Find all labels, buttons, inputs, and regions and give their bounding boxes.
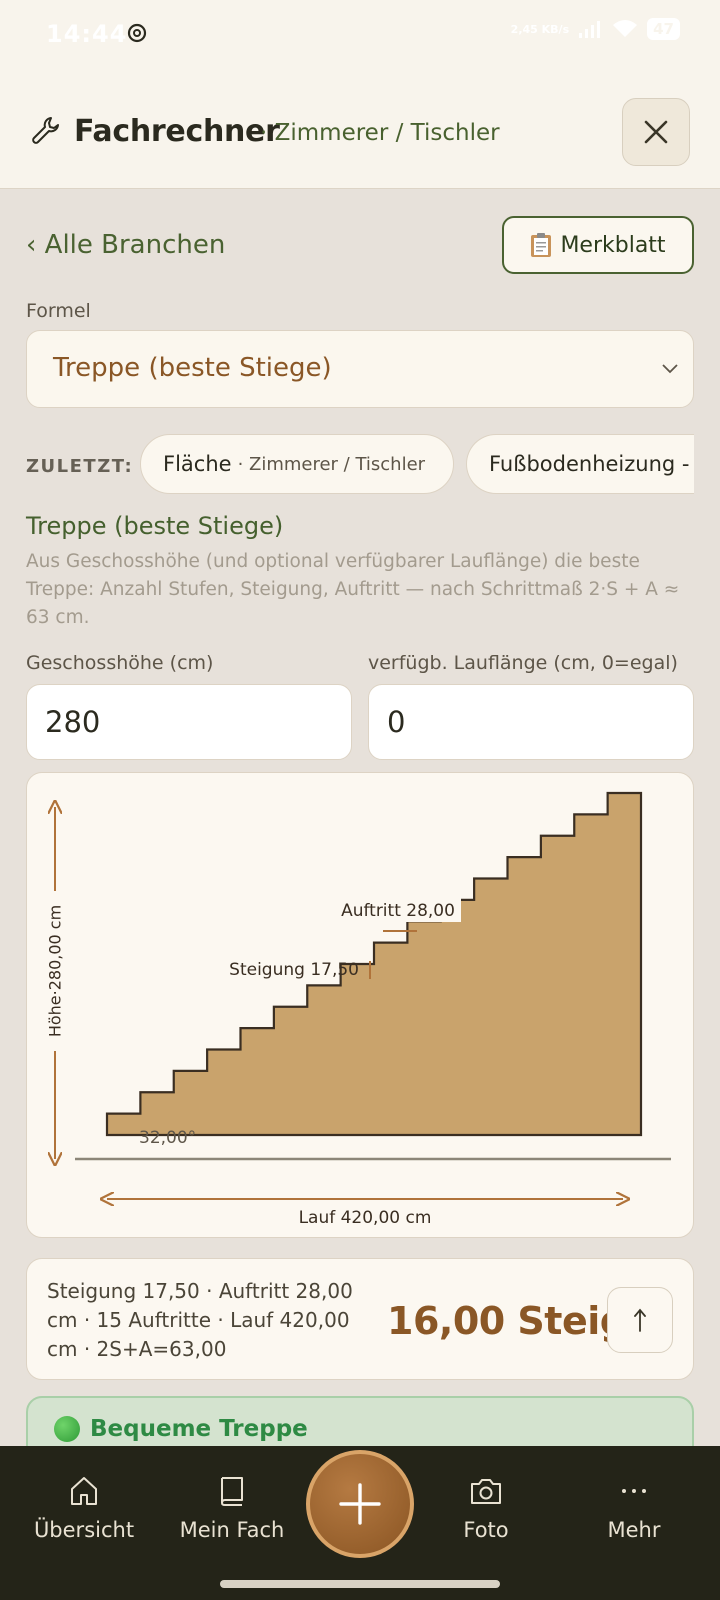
page-title: Fachrechner — [74, 114, 280, 149]
result-summary: Steigung 17,50 · Auftritt 28,00 cm · 15 … — [47, 1279, 353, 1361]
book-icon — [221, 1477, 243, 1506]
camera-icon — [471, 1479, 501, 1504]
close-button[interactable] — [622, 98, 690, 166]
tread-label: Auftritt 28,00 — [341, 901, 455, 921]
back-to-branches-link[interactable]: ‹ Alle Branchen — [26, 230, 225, 260]
riser-label: Steigung 17,50 — [229, 960, 359, 980]
formula-select-value: Treppe (beste Stiege) — [53, 353, 332, 383]
chevron-down-icon — [662, 364, 678, 374]
height-label-group: Höhe·280,00 cm — [43, 891, 67, 1051]
clipboard-icon — [531, 233, 552, 257]
nav-label: Foto — [463, 1518, 509, 1542]
result-card: Steigung 17,50 · Auftritt 28,00 cm · 15 … — [26, 1258, 694, 1380]
page-subtitle: · Zimmerer / Tischler — [260, 120, 500, 146]
calculator-title: Treppe (beste Stiege) — [26, 512, 284, 540]
run-length-label: verfügb. Lauflänge (cm, 0=egal) — [368, 652, 678, 674]
app-notification-icon — [127, 23, 147, 43]
signal-icon — [579, 21, 601, 38]
app-header: Fachrechner · Zimmerer / Tischler — [0, 70, 720, 189]
stair-diagram-card: Höhe·280,00 cm 32,00° Steigung 17,50 Auf… — [26, 772, 694, 1238]
comfort-label: Bequeme Treppe — [90, 1416, 308, 1442]
nav-item-foto[interactable]: Foto — [406, 1474, 566, 1542]
more-icon — [622, 1489, 646, 1493]
run-length-input[interactable] — [368, 684, 694, 760]
nav-label: Mehr — [607, 1518, 661, 1542]
nav-item-uebersicht[interactable]: Übersicht — [4, 1474, 164, 1542]
status-bar: 14:44 2,45 KB/s 47 — [0, 0, 720, 70]
green-circle-icon — [54, 1416, 80, 1442]
status-time: 14:44 — [46, 20, 128, 48]
chip-main-label: Fußbodenheizung - — [489, 452, 690, 476]
height-label: Höhe·280,00 cm — [46, 905, 65, 1037]
formula-label: Formel — [26, 300, 91, 322]
nav-label: Mein Fach — [179, 1518, 285, 1542]
wrench-icon — [32, 117, 59, 144]
battery-indicator: 47 — [647, 18, 680, 40]
net-speed: 2,45 KB/s — [510, 22, 570, 36]
comfort-status: Bequeme Treppe — [54, 1416, 308, 1442]
recent-label: ZULETZT: — [26, 456, 134, 477]
chip-main-label: Fläche — [163, 452, 232, 476]
recent-chip-fussbodenheizung[interactable]: Fußbodenheizung - — [466, 434, 694, 494]
chip-sub-label: · Zimmerer / Tischler — [237, 453, 426, 475]
share-button[interactable] — [607, 1287, 673, 1353]
status-indicators: 2,45 KB/s 47 — [511, 18, 680, 40]
plus-icon — [339, 1483, 381, 1525]
calculator-description: Aus Geschosshöhe (und optional verfügbar… — [26, 551, 680, 628]
formula-select[interactable]: Treppe (beste Stiege) — [26, 330, 694, 408]
merkblatt-label: Merkblatt — [560, 232, 666, 258]
close-icon — [644, 120, 668, 144]
floor-height-input[interactable] — [26, 684, 352, 760]
result-value: 16,00 Steig. — [387, 1299, 641, 1343]
stair-shape — [105, 791, 643, 1137]
run-label: Lauf 420,00 cm — [299, 1208, 432, 1228]
angle-label: 32,00° — [139, 1128, 196, 1148]
floor-height-label: Geschosshöhe (cm) — [26, 652, 214, 674]
share-up-icon — [634, 1308, 646, 1332]
nav-item-mein-fach[interactable]: Mein Fach — [152, 1474, 312, 1542]
home-icon — [71, 1477, 97, 1505]
add-button[interactable] — [306, 1450, 414, 1558]
merkblatt-button[interactable]: Merkblatt — [502, 216, 694, 274]
home-indicator — [220, 1580, 500, 1588]
recent-chip-flaeche[interactable]: Fläche · Zimmerer / Tischler — [140, 434, 454, 494]
wifi-icon — [613, 20, 638, 37]
nav-item-mehr[interactable]: Mehr — [554, 1474, 714, 1542]
stair-diagram: Höhe·280,00 cm 32,00° Steigung 17,50 Auf… — [43, 791, 671, 1228]
nav-label: Übersicht — [33, 1518, 135, 1542]
